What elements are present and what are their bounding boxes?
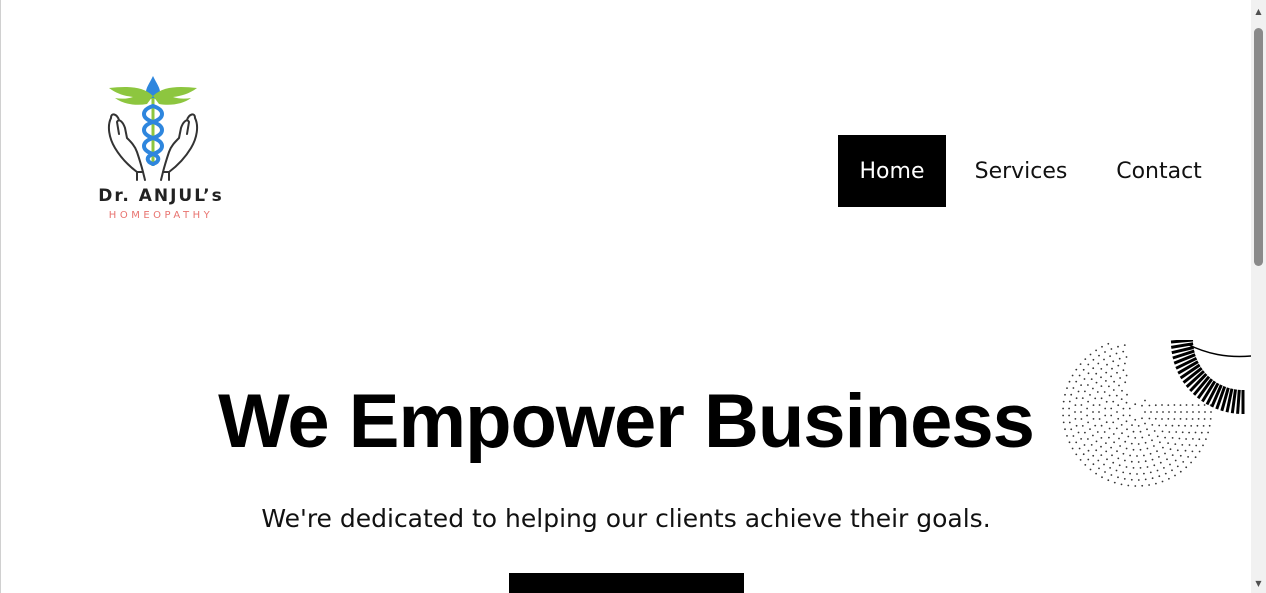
main-nav: Home Services Contact [838,135,1222,207]
site-logo[interactable]: Dr. ANJUL’s HOMEOPATHY [75,66,247,226]
scroll-up-arrow-icon[interactable]: ▲ [1251,4,1266,19]
page-scrollbar[interactable]: ▲ ▼ [1251,0,1266,593]
hero-cta-button[interactable] [509,573,744,593]
nav-item-home[interactable]: Home [838,135,946,207]
page: Dr. ANJUL’s HOMEOPATHY Home Services Con… [0,0,1266,593]
hero-subtitle: We're dedicated to helping our clients a… [261,504,991,533]
nav-item-contact[interactable]: Contact [1096,135,1222,207]
scrollbar-thumb[interactable] [1254,28,1263,266]
logo-title: Dr. ANJUL’s [98,186,224,206]
logo-subtitle: HOMEOPATHY [108,210,214,221]
scroll-down-arrow-icon[interactable]: ▼ [1251,576,1266,591]
nav-item-services[interactable]: Services [946,135,1096,207]
hero-title: We Empower Business [218,379,1035,464]
caduceus-hands-icon [107,76,199,181]
